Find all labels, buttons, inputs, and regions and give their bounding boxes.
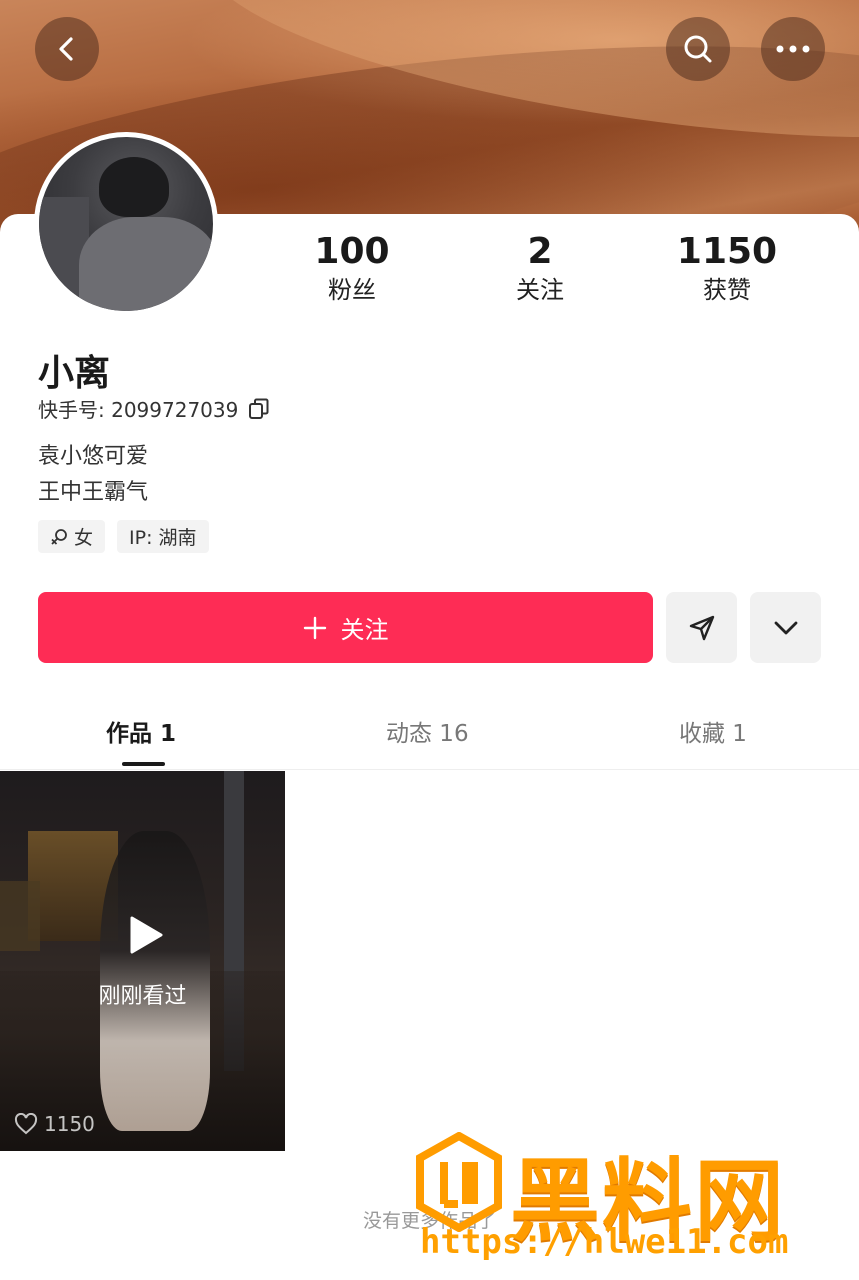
tab-works[interactable]: 作品 1 xyxy=(106,714,176,748)
gender-tag-label: 女 xyxy=(74,527,94,549)
profile-name: 小离 xyxy=(38,353,111,394)
female-icon xyxy=(51,528,67,545)
follow-button[interactable]: 关注 xyxy=(38,592,653,663)
watermark-url: https://hlwe11.com xyxy=(420,1222,789,1262)
avatar[interactable] xyxy=(34,132,218,316)
back-button[interactable] xyxy=(35,17,99,81)
heart-icon xyxy=(14,1113,38,1135)
search-button[interactable] xyxy=(666,17,730,81)
tab-favorites[interactable]: 收藏 1 xyxy=(679,714,747,748)
more-dots-icon xyxy=(776,45,810,53)
stat-likes-value: 1150 xyxy=(676,231,778,272)
chevron-down-icon xyxy=(774,621,797,634)
chevron-left-icon xyxy=(59,37,73,61)
play-icon xyxy=(130,916,163,954)
stat-following[interactable]: 2 关注 xyxy=(460,230,620,306)
content-tabs: 作品 1 动态 16 收藏 1 xyxy=(0,690,859,770)
more-options-button[interactable] xyxy=(750,592,821,663)
watermark-logo-icon xyxy=(416,1132,502,1232)
search-icon xyxy=(684,35,712,63)
work-likes-count: 1150 xyxy=(44,1112,95,1136)
stat-likes[interactable]: 1150 获赞 xyxy=(647,230,807,306)
avatar-body-shape xyxy=(79,217,213,311)
stat-following-value: 2 xyxy=(527,231,553,272)
avatar-head-shape xyxy=(99,157,169,217)
ip-tag: IP: 湖南 xyxy=(117,520,209,553)
recently-watched-label: 刚刚看过 xyxy=(98,984,187,1009)
stat-followers[interactable]: 100 粉丝 xyxy=(272,230,432,306)
tab-moments[interactable]: 动态 16 xyxy=(386,714,469,748)
bio-line-2: 王中王霸气 xyxy=(38,480,149,505)
work-likes: 1150 xyxy=(14,1112,95,1136)
stat-followers-value: 100 xyxy=(314,231,390,272)
follow-button-label: 关注 xyxy=(340,616,389,644)
copy-icon[interactable] xyxy=(248,398,270,420)
ip-tag-label: IP: 湖南 xyxy=(129,527,197,549)
gender-tag: 女 xyxy=(38,520,106,553)
send-icon xyxy=(689,615,714,640)
more-button[interactable] xyxy=(761,17,825,81)
bio-line-1: 袁小悠可爱 xyxy=(38,444,149,469)
kuaishou-id-row: 快手号: 2099727039 xyxy=(38,394,270,423)
active-tab-indicator xyxy=(122,762,165,766)
stat-followers-label: 粉丝 xyxy=(328,276,376,304)
plus-icon xyxy=(303,616,326,639)
stat-likes-label: 获赞 xyxy=(703,276,751,304)
profile-tags: 女 IP: 湖南 xyxy=(38,520,209,553)
message-button[interactable] xyxy=(666,592,737,663)
stat-following-label: 关注 xyxy=(516,276,564,304)
thumb-building-small xyxy=(0,881,40,951)
work-thumbnail[interactable] xyxy=(0,771,285,1151)
kuaishou-id: 快手号: 2099727039 xyxy=(38,398,239,422)
watermark: 黑料网 https://hlwe11.com xyxy=(414,1128,834,1268)
